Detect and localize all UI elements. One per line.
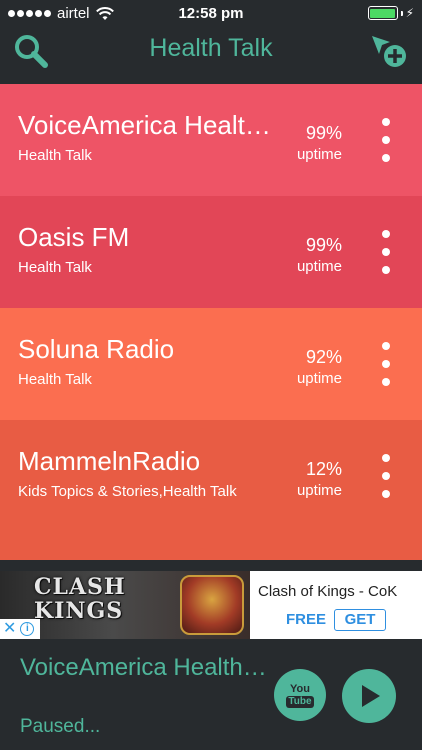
add-station-icon bbox=[372, 36, 406, 67]
station-name: Oasis FM bbox=[18, 222, 130, 252]
station-name: Soluna Radio bbox=[18, 334, 175, 364]
ad-info-icon[interactable]: ✕ i bbox=[0, 619, 40, 639]
page-title: Health Talk bbox=[149, 34, 273, 62]
station-row[interactable]: Soluna Radio Health Talk 92% uptime bbox=[0, 308, 422, 420]
more-options-icon[interactable] bbox=[374, 342, 398, 386]
more-options-icon[interactable] bbox=[374, 118, 398, 162]
ad-choices-icon[interactable]: i bbox=[20, 622, 35, 636]
status-bar: airtel 12:58 pm ⚡ bbox=[0, 0, 422, 28]
uptime-percent: 12% bbox=[305, 459, 342, 479]
add-station-button[interactable] bbox=[370, 32, 410, 72]
ad-close-icon[interactable]: ✕ bbox=[3, 621, 16, 637]
status-time: 12:58 pm bbox=[178, 5, 244, 22]
play-button[interactable] bbox=[342, 669, 396, 723]
uptime-label: uptime bbox=[296, 258, 342, 275]
station-genre: Health Talk bbox=[18, 259, 92, 276]
ad-get-button[interactable]: GET bbox=[334, 609, 386, 631]
youtube-icon-tube: Tube bbox=[286, 695, 314, 708]
youtube-button[interactable]: You Tube bbox=[274, 669, 326, 721]
station-row[interactable]: VoiceAmerica Health Talk Health Talk 99%… bbox=[0, 84, 422, 196]
station-genre: Health Talk bbox=[18, 147, 92, 164]
uptime-label: uptime bbox=[296, 482, 342, 499]
station-name: VoiceAmerica Health Talk bbox=[18, 110, 280, 140]
uptime-label: uptime bbox=[296, 146, 342, 163]
station-row[interactable]: MammelnRadio Kids Topics & Stories,Healt… bbox=[0, 420, 422, 560]
station-list: VoiceAmerica Health Talk Health Talk 99%… bbox=[0, 84, 422, 560]
uptime-percent: 92% bbox=[305, 347, 342, 367]
ad-app-icon[interactable] bbox=[180, 575, 244, 635]
player-status: Paused... bbox=[20, 716, 101, 737]
station-genre: Health Talk bbox=[18, 371, 92, 388]
ad-image[interactable]: CLASH KINGS ✕ i bbox=[0, 571, 250, 639]
more-options-icon[interactable] bbox=[374, 454, 398, 498]
now-playing-title[interactable]: VoiceAmerica Health Talk bbox=[20, 654, 270, 682]
ad-app-name: Clash of Kings - CoK bbox=[258, 583, 398, 600]
station-row[interactable]: Oasis FM Health Talk 99% uptime bbox=[0, 196, 422, 308]
charging-bolt-icon: ⚡ bbox=[405, 6, 414, 20]
more-options-icon[interactable] bbox=[374, 230, 398, 274]
nav-bar: Health Talk bbox=[0, 28, 422, 84]
uptime-percent: 99% bbox=[305, 235, 342, 255]
play-icon bbox=[362, 685, 380, 707]
player-bar: VoiceAmerica Health Talk Paused... You T… bbox=[0, 639, 422, 750]
station-name: MammelnRadio bbox=[18, 446, 201, 476]
uptime-label: uptime bbox=[296, 370, 342, 387]
ad-game-logo: CLASH KINGS bbox=[34, 574, 126, 624]
ad-price: FREE bbox=[286, 611, 327, 628]
station-genre: Kids Topics & Stories,Health Talk bbox=[18, 483, 237, 500]
battery-icon: ⚡ bbox=[367, 6, 414, 20]
ad-banner[interactable]: CLASH KINGS ✕ i Clash of Kings - CoK FRE… bbox=[0, 571, 422, 639]
youtube-icon-you: You bbox=[290, 682, 310, 695]
uptime-percent: 99% bbox=[305, 123, 342, 143]
